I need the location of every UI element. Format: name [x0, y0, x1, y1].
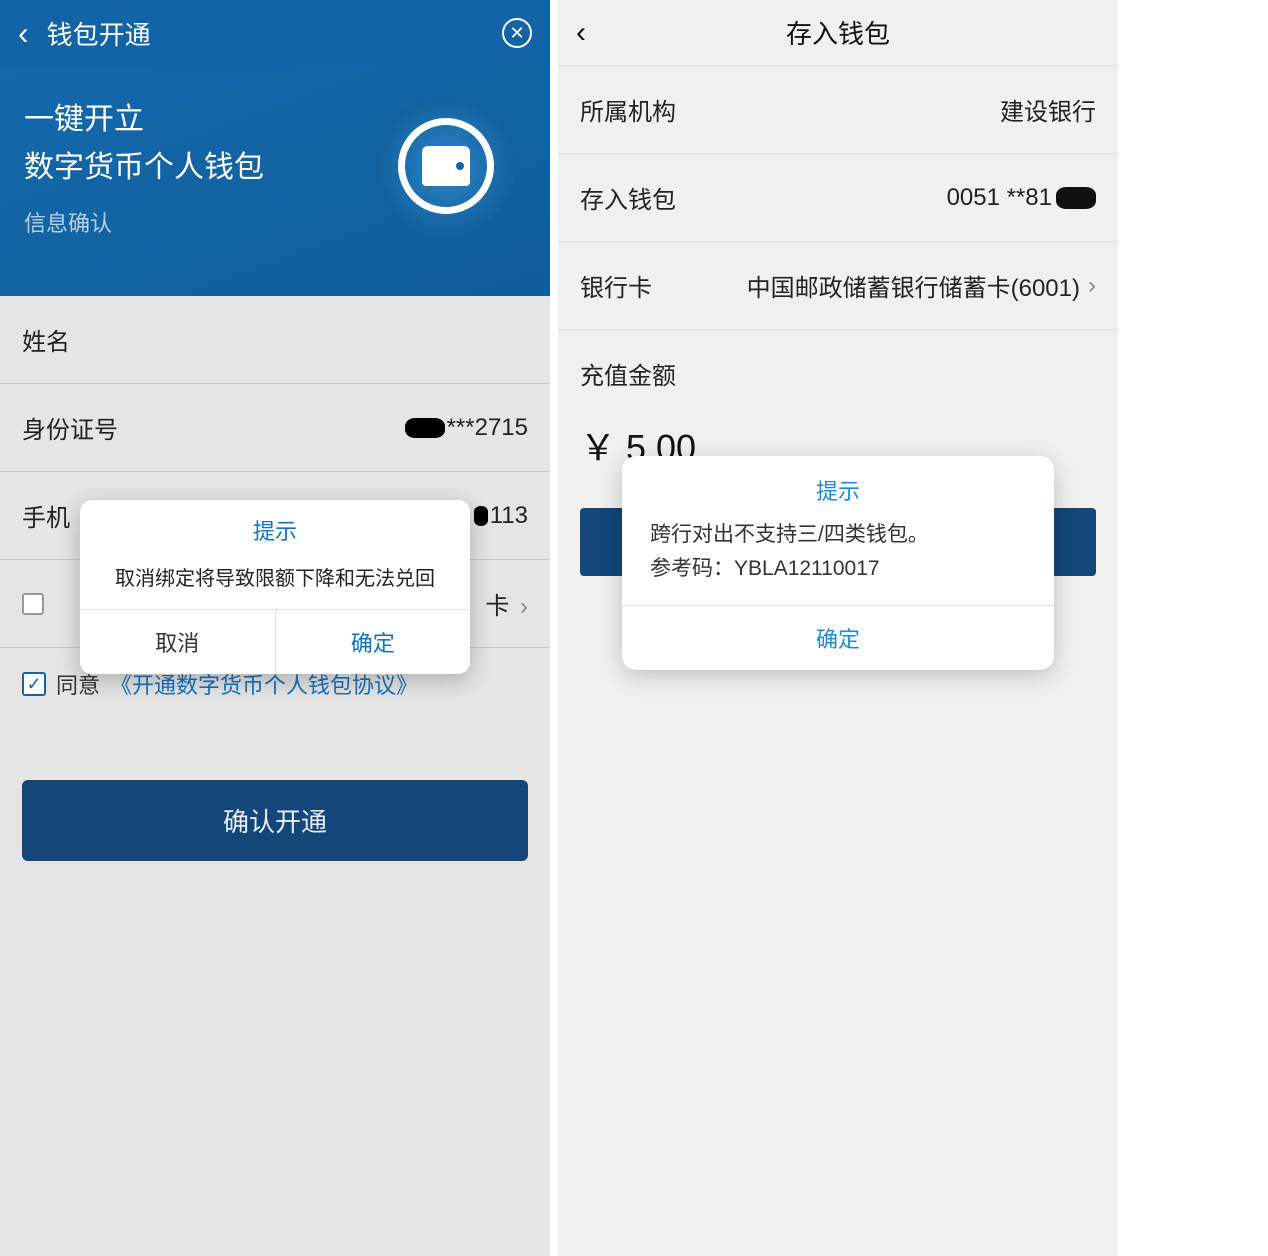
dialog-title: 提示 — [80, 500, 470, 554]
bankcard-label: 银行卡 — [580, 268, 652, 303]
redaction-blot — [474, 506, 488, 526]
field-id-label: 身份证号 — [22, 410, 118, 445]
field-id-value: ***2715 — [405, 414, 528, 442]
field-phone-value: 113 — [474, 502, 528, 530]
screen-deposit: ‹ 存入钱包 所属机构 建设银行 存入钱包 0051 **81 银行卡 中国邮政… — [558, 0, 1118, 1256]
checkbox-unchecked[interactable] — [22, 593, 44, 615]
field-card-value: 卡 › — [485, 586, 528, 621]
dialog-actions: 取消 确定 — [80, 609, 470, 674]
bankcard-value: 中国邮政储蓄银行储蓄卡(6001) › — [747, 268, 1096, 303]
page-title: 存入钱包 — [786, 14, 890, 51]
row-wallet[interactable]: 存入钱包 0051 **81 — [558, 154, 1118, 242]
cancel-button[interactable]: 取消 — [80, 610, 276, 674]
chevron-right-icon: › — [520, 593, 528, 620]
dialog-title: 提示 — [622, 456, 1054, 518]
dialog-body: 取消绑定将导致限额下降和无法兑回 — [80, 554, 470, 609]
screen-wallet-open: ‹ 钱包开通 ✕ 一键开立 数字货币个人钱包 信息确认 姓名 身份证号 ***2… — [0, 0, 550, 1256]
field-card-label — [54, 590, 61, 618]
dialog-error: 提示 跨行对出不支持三/四类钱包。 参考码：YBLA12110017 确定 — [622, 456, 1054, 670]
dialog-body-line2: 参考码：YBLA12110017 — [650, 552, 1026, 586]
page-title: 钱包开通 — [47, 15, 151, 52]
redaction-blot — [1056, 187, 1096, 209]
header-right: ‹ 存入钱包 — [558, 0, 1118, 66]
institution-label: 所属机构 — [580, 92, 676, 127]
dialog-body-line1: 跨行对出不支持三/四类钱包。 — [650, 518, 1026, 552]
institution-value: 建设银行 — [1000, 92, 1096, 127]
chevron-right-icon: › — [1088, 272, 1096, 300]
row-institution: 所属机构 建设银行 — [558, 66, 1118, 154]
ok-button[interactable]: 确定 — [622, 605, 1054, 670]
checkbox-checked[interactable]: ✓ — [22, 672, 46, 696]
field-phone-label: 手机 — [22, 498, 70, 533]
close-icon[interactable]: ✕ — [502, 18, 532, 48]
header-left: ‹ 钱包开通 ✕ — [0, 0, 550, 66]
back-icon[interactable]: ‹ — [576, 16, 586, 50]
row-bankcard[interactable]: 银行卡 中国邮政储蓄银行储蓄卡(6001) › — [558, 242, 1118, 330]
ok-button[interactable]: 确定 — [276, 610, 471, 674]
back-icon[interactable]: ‹ — [18, 17, 29, 49]
wallet-illustration — [376, 96, 516, 236]
hero-banner: 一键开立 数字货币个人钱包 信息确认 — [0, 66, 550, 296]
field-name-label: 姓名 — [22, 322, 70, 357]
amount-label: 充值金额 — [580, 356, 1096, 391]
dialog-body: 跨行对出不支持三/四类钱包。 参考码：YBLA12110017 — [622, 518, 1054, 605]
wallet-label: 存入钱包 — [580, 180, 676, 215]
redaction-blot — [405, 418, 445, 438]
field-name[interactable]: 姓名 — [0, 296, 550, 384]
confirm-open-button[interactable]: 确认开通 — [22, 780, 528, 861]
field-id[interactable]: 身份证号 ***2715 — [0, 384, 550, 472]
wallet-value: 0051 **81 — [947, 184, 1096, 212]
wallet-icon — [422, 146, 470, 186]
dialog-unbind: 提示 取消绑定将导致限额下降和无法兑回 取消 确定 — [80, 500, 470, 674]
